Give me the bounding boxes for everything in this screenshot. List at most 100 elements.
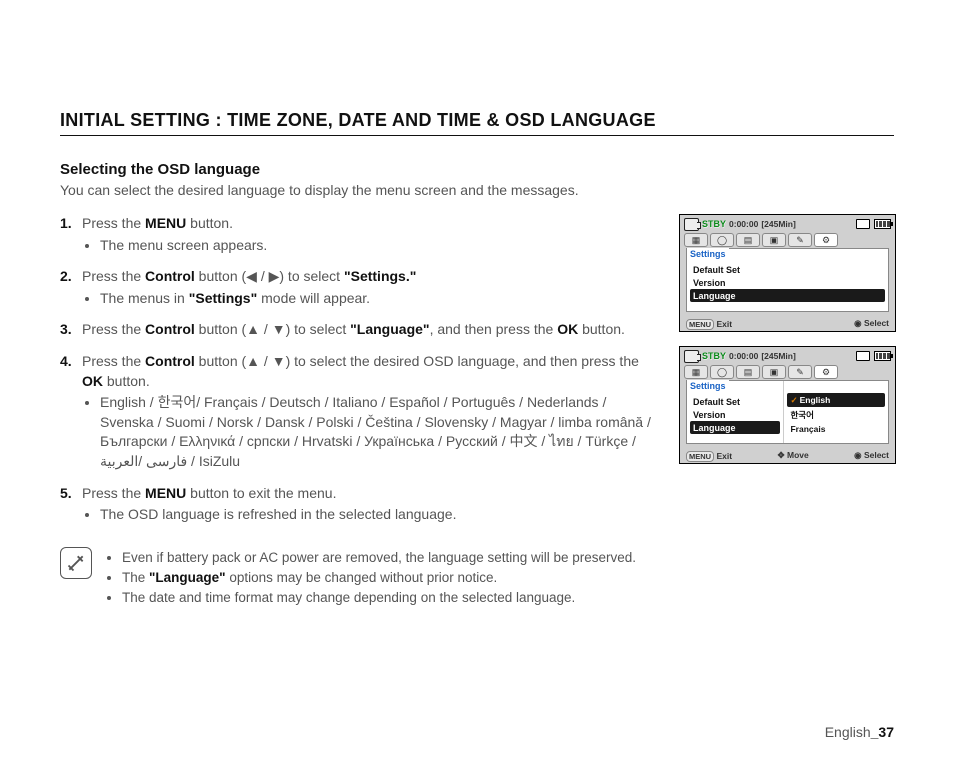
language-list: English / 한국어/ Français / Deutsch / Ital… (100, 393, 661, 471)
tab-icon: ✎ (788, 365, 812, 379)
tab-icon: ✎ (788, 233, 812, 247)
lang-korean: 한국어 (784, 407, 888, 422)
tab-icon: ▣ (762, 365, 786, 379)
step-2: Press the Control button (◀ / ▶) to sele… (60, 267, 661, 308)
intro-text: You can select the desired language to d… (60, 182, 894, 198)
step-1: Press the MENU button. The menu screen a… (60, 214, 661, 255)
exit-label: Exit (716, 451, 732, 461)
osd-screen-1: STBY 0:00:00 [245Min] ▦ ◯ ▤ ▣ ✎ ⚙ (679, 214, 896, 332)
tab-icon: ▦ (684, 365, 708, 379)
timecode: 0:00:00 (729, 351, 758, 361)
tab-icon: ▣ (762, 233, 786, 247)
ok-icon: ◉ (854, 318, 861, 328)
tab-row: ▦ ◯ ▤ ▣ ✎ ⚙ (680, 231, 895, 247)
t: English (800, 395, 831, 405)
t: button ( (195, 353, 246, 369)
step-3: Press the Control button (▲ / ▼) to sele… (60, 320, 661, 340)
arrows-icon: ▲ / ▼ (246, 353, 285, 369)
menu-button-icon: MENU (686, 451, 714, 462)
tab-icon: ▤ (736, 365, 760, 379)
note-box: Even if battery pack or AC power are rem… (60, 547, 661, 610)
camera-icon (684, 218, 699, 231)
remaining: [245Min] (761, 351, 795, 361)
note-2: The "Language" options may be changed wi… (122, 569, 636, 587)
menu-version: Version (687, 408, 783, 421)
t: Press the (82, 215, 145, 231)
t: Control (145, 268, 195, 284)
t: Press the (82, 321, 145, 337)
t: mode will appear. (257, 290, 370, 306)
move-label: Move (787, 450, 809, 460)
page-footer: English_37 (825, 724, 894, 740)
menu-button-icon: MENU (686, 319, 714, 330)
step-5-bullet: The OSD language is refreshed in the sel… (100, 505, 661, 525)
screens-column: STBY 0:00:00 [245Min] ▦ ◯ ▤ ▣ ✎ ⚙ (679, 214, 894, 609)
t: Control (145, 353, 195, 369)
check-icon: ✓ (790, 395, 797, 405)
menu-language: Language (690, 289, 885, 302)
tab-icon: ▤ (736, 233, 760, 247)
t: "Settings" (189, 290, 258, 306)
t: button. (103, 373, 150, 389)
select-label: Select (864, 318, 889, 328)
arrows-icon: ▲ / ▼ (246, 321, 285, 337)
ok-icon: ◉ (854, 450, 861, 460)
timecode: 0:00:00 (729, 219, 758, 229)
t: ) to select the desired OSD language, an… (286, 353, 639, 369)
lang-english: ✓English (787, 393, 885, 407)
t: MENU (145, 215, 186, 231)
t: button. (578, 321, 625, 337)
t: "Language" (350, 321, 429, 337)
card-icon (856, 351, 870, 361)
tab-icon: ◯ (710, 365, 734, 379)
t: ) to select (279, 268, 344, 284)
exit-label: Exit (716, 319, 732, 329)
tab-row: ▦ ◯ ▤ ▣ ✎ ⚙ (680, 363, 895, 379)
lang-french: Français (784, 422, 888, 435)
menu-language: Language (690, 421, 780, 434)
settings-label: Settings (687, 248, 729, 260)
move-icon: ✥ (777, 450, 784, 460)
t: Press the (82, 485, 145, 501)
t: OK (82, 373, 103, 389)
t: "Settings." (344, 268, 416, 284)
t: button to exit the menu. (186, 485, 336, 501)
camera-icon (684, 350, 699, 363)
battery-icon (874, 219, 891, 229)
note-1: Even if battery pack or AC power are rem… (122, 549, 636, 567)
osd-screen-2: STBY 0:00:00 [245Min] ▦ ◯ ▤ ▣ ✎ ⚙ (679, 346, 896, 464)
tab-settings-icon: ⚙ (814, 365, 838, 379)
t: MENU (145, 485, 186, 501)
menu-default-set: Default Set (687, 395, 783, 408)
t: OK (557, 321, 578, 337)
t: "Language" (149, 570, 226, 585)
t: ) to select (286, 321, 351, 337)
tab-icon: ◯ (710, 233, 734, 247)
menu-default-set: Default Set (687, 263, 888, 276)
step-5: Press the MENU button to exit the menu. … (60, 484, 661, 525)
arrows-icon: ◀ / ▶ (246, 268, 279, 284)
menu-version: Version (687, 276, 888, 289)
battery-icon (874, 351, 891, 361)
settings-label: Settings (687, 380, 729, 392)
note-icon (60, 547, 92, 579)
steps-column: Press the MENU button. The menu screen a… (60, 214, 661, 609)
t: button ( (195, 268, 246, 284)
card-icon (856, 219, 870, 229)
subheading: Selecting the OSD language (60, 161, 894, 178)
t: The (122, 570, 149, 585)
t: options may be changed without prior not… (226, 570, 498, 585)
step-2-bullet: The menus in "Settings" mode will appear… (100, 289, 661, 309)
t: The menus in (100, 290, 189, 306)
page-title: INITIAL SETTING : TIME ZONE, DATE AND TI… (60, 110, 894, 136)
stby-label: STBY (702, 351, 726, 361)
t: Press the (82, 353, 145, 369)
tab-settings-icon: ⚙ (814, 233, 838, 247)
tab-icon: ▦ (684, 233, 708, 247)
t: button ( (195, 321, 246, 337)
step-1-bullet: The menu screen appears. (100, 236, 661, 256)
remaining: [245Min] (761, 219, 795, 229)
step-4: Press the Control button (▲ / ▼) to sele… (60, 352, 661, 472)
t: Control (145, 321, 195, 337)
stby-label: STBY (702, 219, 726, 229)
